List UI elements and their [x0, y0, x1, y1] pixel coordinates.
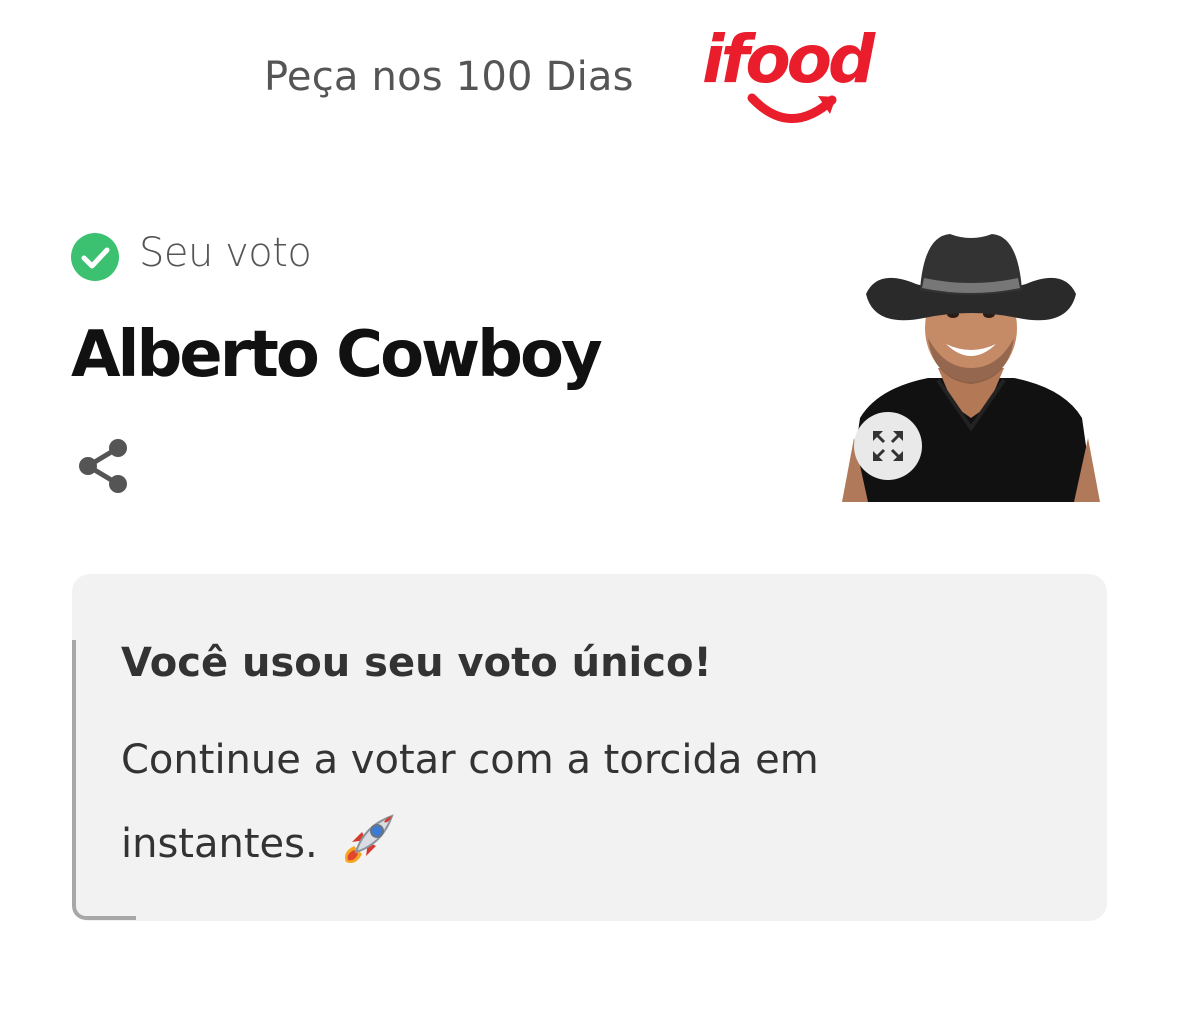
expand-photo-button[interactable] — [854, 412, 922, 480]
rocket-icon — [345, 814, 395, 863]
ifood-logo[interactable]: ifood — [700, 20, 900, 138]
sponsor-header: Peça nos 100 Dias ifood — [0, 20, 1179, 140]
expand-icon — [873, 431, 903, 461]
card-title: Você usou seu voto único! — [121, 640, 712, 686]
card-body-text: Continue a votar com a torcida em instan… — [121, 737, 819, 867]
sponsor-text: Peça nos 100 Dias — [264, 54, 634, 100]
vote-label: Seu voto — [139, 230, 312, 276]
ifood-logo-text: ifood — [702, 21, 876, 98]
candidate-name: Alberto Cowboy — [71, 318, 603, 392]
share-icon[interactable] — [74, 436, 132, 496]
card-body: Continue a votar com a torcida em instan… — [121, 718, 1001, 886]
check-circle-icon — [71, 233, 119, 281]
